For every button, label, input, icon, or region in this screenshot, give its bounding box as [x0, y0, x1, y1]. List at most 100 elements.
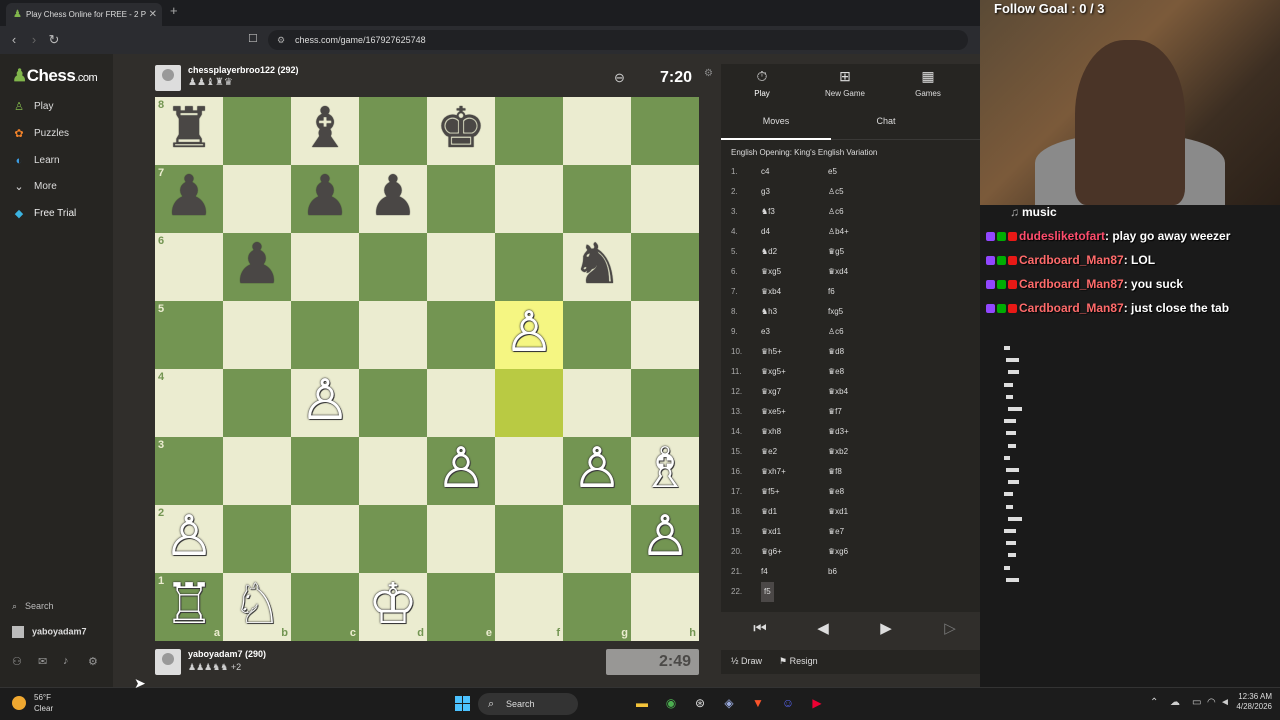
square-e4[interactable] [427, 369, 495, 437]
square-a4[interactable]: 4 [155, 369, 223, 437]
chat-username[interactable]: dudesliketofart [1019, 229, 1105, 243]
square-c6[interactable] [291, 233, 359, 301]
square-c3[interactable] [291, 437, 359, 505]
piece-c8[interactable]: ♝ [291, 97, 359, 165]
tab-new-game[interactable]: ⊞ New Game [805, 68, 885, 98]
square-b4[interactable] [223, 369, 291, 437]
piece-c7[interactable]: ♟ [291, 165, 359, 233]
black-move[interactable]: ♛xb4 [828, 382, 848, 402]
black-move[interactable]: ♛d8 [828, 342, 844, 362]
piece-a2[interactable]: ♙ [155, 505, 223, 573]
prev-move-button[interactable]: ◀ [793, 616, 853, 642]
square-d8[interactable] [359, 97, 427, 165]
white-move[interactable]: ♛f5+ [761, 482, 780, 502]
piece-b1[interactable]: ♘ [223, 573, 291, 641]
sidebar-item-puzzles[interactable]: ✿ Puzzles [12, 124, 110, 144]
square-d3[interactable] [359, 437, 427, 505]
white-move[interactable]: ♛xg5+ [761, 362, 786, 382]
square-f2[interactable] [495, 505, 563, 573]
avatar[interactable] [155, 65, 181, 91]
black-move[interactable]: e5 [828, 162, 837, 182]
white-move[interactable]: ♞h3 [761, 302, 777, 322]
piece-g6[interactable]: ♞ [563, 233, 631, 301]
url-field[interactable]: ⚙ chess.com/game/167927625748 [268, 30, 968, 50]
draw-button[interactable]: ½ Draw [731, 656, 762, 666]
square-b7[interactable] [223, 165, 291, 233]
white-move[interactable]: ♛h5+ [761, 342, 782, 362]
avatar[interactable] [155, 649, 181, 675]
square-h8[interactable] [631, 97, 699, 165]
black-move[interactable]: ♛f7 [828, 402, 842, 422]
square-a5[interactable]: 5 [155, 301, 223, 369]
media-icon[interactable]: ▶ [809, 695, 825, 711]
white-move[interactable]: ♞d2 [761, 242, 777, 262]
black-move[interactable]: ♛f8 [828, 462, 842, 482]
square-g2[interactable] [563, 505, 631, 573]
settings-icon[interactable]: ⚙ [88, 655, 98, 668]
square-c2[interactable] [291, 505, 359, 573]
system-clock[interactable]: 12:36 AM 4/28/2026 [1228, 692, 1272, 712]
square-d4[interactable] [359, 369, 427, 437]
square-b5[interactable] [223, 301, 291, 369]
square-f8[interactable] [495, 97, 563, 165]
black-move[interactable]: ♙c5 [828, 182, 844, 202]
square-d6[interactable] [359, 233, 427, 301]
square-f6[interactable] [495, 233, 563, 301]
square-e5[interactable] [427, 301, 495, 369]
windows-start-icon[interactable] [455, 696, 470, 711]
square-f1[interactable]: f [495, 573, 563, 641]
square-e6[interactable] [427, 233, 495, 301]
black-move[interactable]: ♙c6 [828, 202, 844, 222]
onedrive-icon[interactable]: ☁ [1170, 697, 1180, 708]
sidebar-item-learn[interactable]: ◐ Learn [12, 151, 110, 171]
square-h1[interactable]: h [631, 573, 699, 641]
sidebar-item-free-trial[interactable]: ◆ Free Trial [12, 204, 110, 224]
sidebar-item-more[interactable]: ⌄ More [12, 177, 110, 197]
white-move[interactable]: e3 [761, 322, 770, 342]
tab-games[interactable]: ▦ Games [888, 68, 968, 98]
white-move[interactable]: ♛e2 [761, 442, 777, 462]
brave-icon[interactable]: ▼ [750, 695, 766, 711]
white-move[interactable]: ♛xh8 [761, 422, 781, 442]
file-explorer-icon[interactable]: ▬ [634, 695, 650, 711]
steam-icon[interactable]: ◈ [721, 695, 737, 711]
piece-b6[interactable]: ♟ [223, 233, 291, 301]
discord-icon[interactable]: ☺ [780, 695, 796, 711]
white-move[interactable]: d4 [761, 222, 770, 242]
square-c5[interactable] [291, 301, 359, 369]
white-move[interactable]: ♛xh7+ [761, 462, 786, 482]
taskbar-search[interactable]: ⌕ Search [478, 693, 578, 715]
square-a3[interactable]: 3 [155, 437, 223, 505]
square-g8[interactable] [563, 97, 631, 165]
piece-h3[interactable]: ♗ [631, 437, 699, 505]
square-a6[interactable]: 6 [155, 233, 223, 301]
piece-c4[interactable]: ♙ [291, 369, 359, 437]
new-tab-button[interactable]: + [170, 3, 178, 18]
piece-a8[interactable]: ♜ [155, 97, 223, 165]
square-e2[interactable] [427, 505, 495, 573]
tab-chat[interactable]: Chat [831, 116, 941, 126]
black-move[interactable]: f6 [828, 282, 835, 302]
black-move[interactable]: ♛d3+ [828, 422, 849, 442]
chess-logo[interactable]: ♟Chess.com [12, 66, 98, 86]
forward-icon[interactable]: › [26, 32, 42, 47]
black-move[interactable]: ♛e7 [828, 522, 844, 542]
piece-a7[interactable]: ♟ [155, 165, 223, 233]
black-move[interactable]: ♛e8 [828, 482, 844, 502]
square-h7[interactable] [631, 165, 699, 233]
piece-g3[interactable]: ♙ [563, 437, 631, 505]
black-move[interactable]: ♙b4+ [828, 222, 849, 242]
chess-board[interactable]: 8 7 6 5 4 3 2 1 a b c d e f g h ♜ ♝ ♚ ♟ ♟ ♟ ♟ ♞ ♙ ♙ ♙ ♙ ♗ ♙ ♙ ♖ ♘ ♔ [155, 97, 699, 641]
white-move[interactable]: g3 [761, 182, 770, 202]
piece-h2[interactable]: ♙ [631, 505, 699, 573]
square-f3[interactable] [495, 437, 563, 505]
piece-e8[interactable]: ♚ [427, 97, 495, 165]
piece-d7[interactable]: ♟ [359, 165, 427, 233]
square-c1[interactable]: c [291, 573, 359, 641]
chat-username[interactable]: Cardboard_Man87 [1019, 277, 1124, 291]
browser-tab[interactable]: ♟ Play Chess Online for FREE - 2 P ✕ [6, 3, 162, 26]
wifi-icon[interactable]: ◠ [1207, 697, 1216, 708]
weather-widget[interactable]: 56°F Clear [12, 693, 53, 713]
tray-chevron-icon[interactable]: ⌃ [1150, 697, 1158, 708]
white-move[interactable]: ♛g6+ [761, 542, 782, 562]
